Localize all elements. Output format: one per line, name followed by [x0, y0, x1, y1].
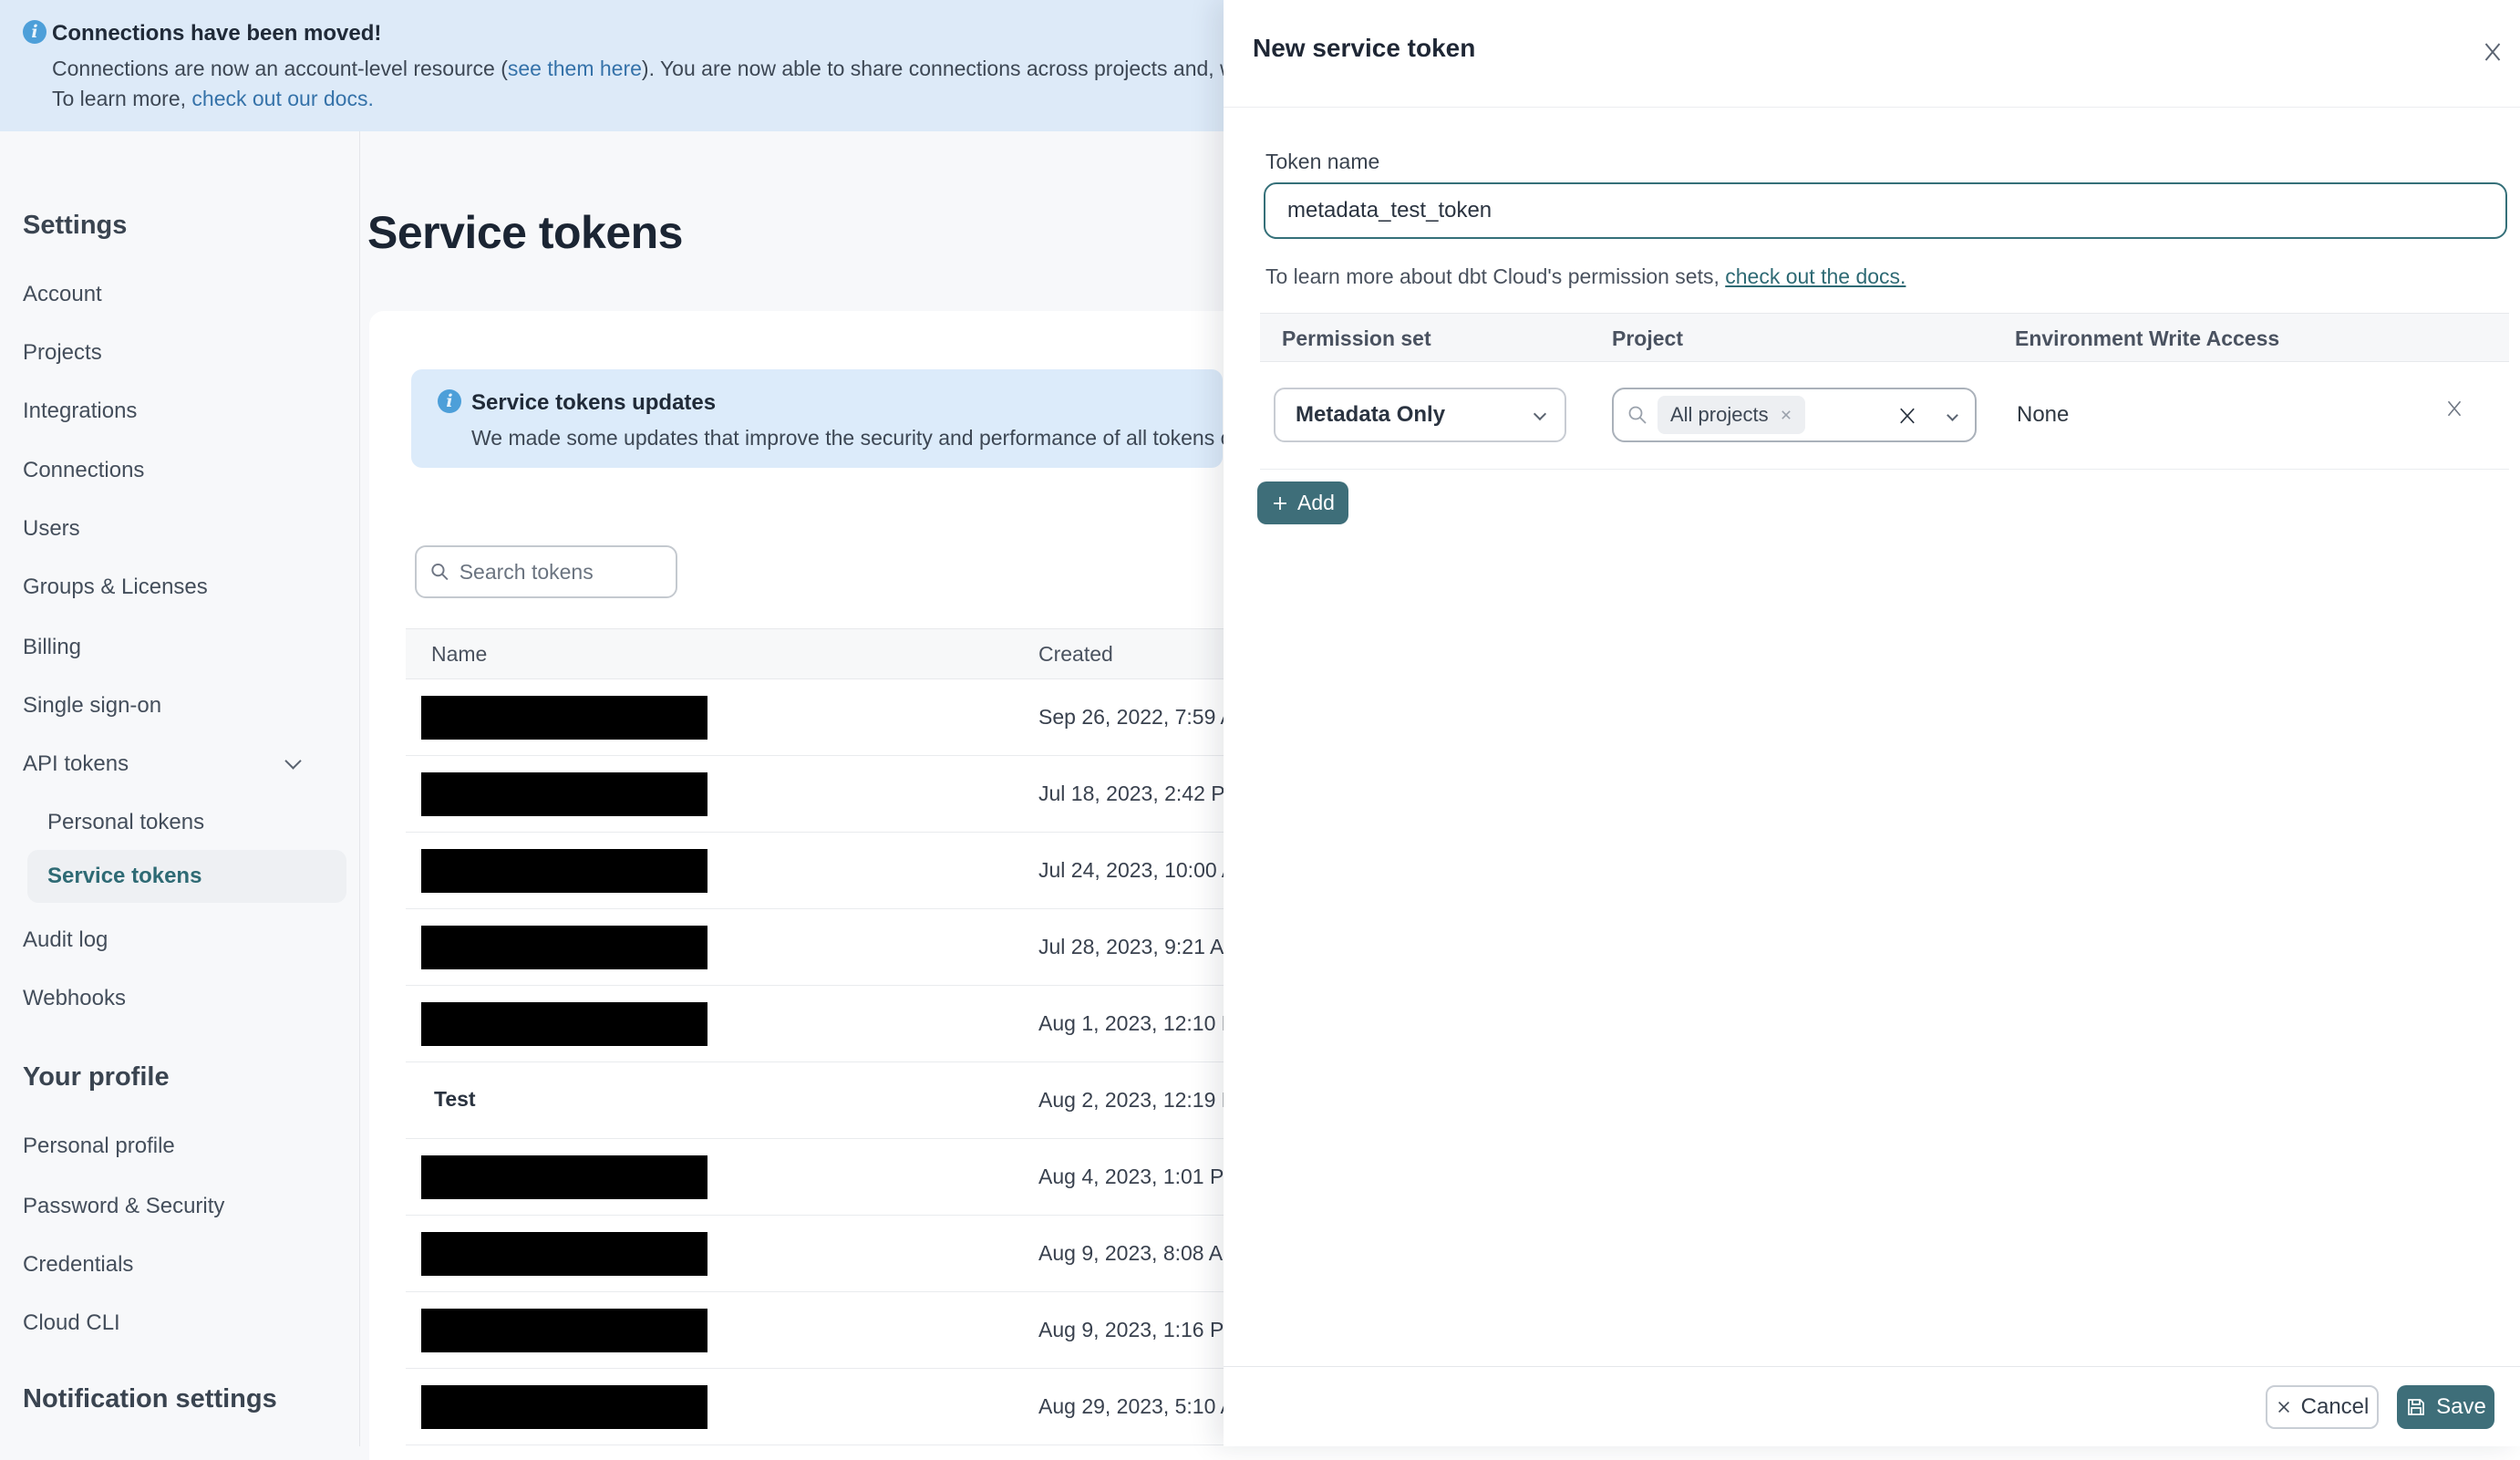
helper-text: To learn more about dbt Cloud's permissi… [1265, 264, 1726, 288]
your-profile-heading: Your profile [23, 1062, 170, 1092]
notification-settings-heading: Notification settings [23, 1384, 277, 1413]
redacted-name [421, 696, 707, 740]
sidebar-item-groups-licenses[interactable]: Groups & Licenses [23, 573, 208, 602]
save-icon [2408, 1398, 2424, 1415]
redacted-name [421, 772, 707, 816]
see-them-here-link[interactable]: see them here [508, 57, 642, 80]
redacted-name [421, 1232, 707, 1276]
sidebar-item-connections[interactable]: Connections [23, 456, 144, 485]
redacted-name [421, 849, 707, 893]
banner-title: Connections have been moved! [52, 21, 382, 46]
column-header-created: Created [1038, 642, 1113, 666]
drawer-title: New service token [1253, 34, 1476, 62]
permission-set-select[interactable]: Metadata Only [1274, 388, 1566, 442]
search-icon [1628, 406, 1647, 424]
token-name-label: Token name [1265, 150, 1380, 173]
redacted-name [421, 1385, 707, 1429]
info-box-text: We made some updates that improve the se… [471, 426, 1291, 450]
sidebar-item-integrations[interactable]: Integrations [23, 397, 137, 426]
sidebar-item-password-security[interactable]: Password & Security [23, 1192, 224, 1221]
project-multiselect[interactable]: All projects [1612, 388, 1977, 442]
project-chip-label: All projects [1670, 403, 1769, 426]
redacted-name [421, 1155, 707, 1199]
sidebar-item-webhooks[interactable]: Webhooks [23, 984, 126, 1013]
add-button[interactable]: Add [1257, 481, 1348, 524]
search-icon [431, 564, 449, 581]
new-service-token-drawer: New service token Token name To learn mo… [1224, 0, 2520, 1446]
close-icon[interactable] [2478, 38, 2507, 67]
sidebar-item-billing[interactable]: Billing [23, 633, 81, 662]
remove-row-icon[interactable] [2438, 393, 2471, 426]
service-tokens-updates-banner: Service tokens updates We made some upda… [411, 369, 1290, 468]
search-tokens-box[interactable] [415, 545, 677, 598]
chevron-down-icon [1947, 409, 1958, 421]
check-docs-link[interactable]: check out our docs. [191, 87, 373, 110]
redacted-name [421, 1309, 707, 1352]
banner-text-2: To learn more, check out our docs. [52, 87, 374, 111]
sidebar-item-cloud-cli[interactable]: Cloud CLI [23, 1309, 120, 1338]
sidebar-item-audit-log[interactable]: Audit log [23, 926, 108, 955]
add-button-label: Add [1297, 491, 1335, 514]
sidebar-item-users[interactable]: Users [23, 514, 80, 544]
check-docs-link[interactable]: check out the docs. [1725, 264, 1905, 288]
permission-set-value: Metadata Only [1296, 402, 1446, 427]
sidebar-item-service-tokens[interactable]: Service tokens [47, 862, 201, 891]
banner-learn-more: To learn more, [52, 87, 192, 110]
page-title: Service tokens [367, 207, 683, 258]
banner-text-pre: Connections are now an account-level res… [52, 57, 508, 80]
search-tokens-input[interactable] [459, 559, 663, 585]
cancel-button[interactable]: Cancel [2266, 1384, 2379, 1429]
permission-row: Metadata Only All projects None [1260, 362, 2509, 470]
drawer-footer: Cancel Save [1224, 1366, 2520, 1446]
chevron-down-icon [1533, 407, 1547, 421]
token-name-cell: Test [434, 1087, 476, 1111]
sidebar-item-personal-profile[interactable]: Personal profile [23, 1132, 175, 1161]
banner-text: Connections are now an account-level res… [52, 57, 1349, 81]
cancel-button-label: Cancel [2300, 1393, 2370, 1419]
remove-chip-icon[interactable] [1780, 409, 1792, 421]
column-project: Project [1612, 326, 1683, 350]
close-icon [2277, 1401, 2289, 1413]
sidebar-item-credentials[interactable]: Credentials [23, 1250, 133, 1279]
sidebar-item-account[interactable]: Account [23, 280, 102, 309]
column-header-name: Name [431, 642, 488, 666]
sidebar-item-label: API tokens [23, 751, 129, 776]
column-permission-set: Permission set [1282, 326, 1431, 350]
chevron-down-icon [284, 752, 302, 770]
sidebar-item-projects[interactable]: Projects [23, 338, 102, 368]
env-write-access-value: None [2017, 402, 2070, 427]
sidebar-item-personal-tokens[interactable]: Personal tokens [47, 808, 204, 837]
settings-heading: Settings [23, 211, 128, 240]
info-icon [23, 20, 46, 44]
token-name-input[interactable] [1264, 182, 2507, 239]
column-env-write-access: Environment Write Access [2015, 326, 2280, 350]
info-icon [438, 389, 461, 413]
permissions-header-row: Permission set Project Environment Write… [1260, 313, 2509, 362]
project-chip: All projects [1658, 396, 1805, 434]
save-button[interactable]: Save [2397, 1384, 2494, 1429]
redacted-name [421, 1002, 707, 1046]
sidebar-item-api-tokens[interactable]: API tokens [23, 750, 333, 779]
save-button-label: Save [2436, 1393, 2486, 1419]
settings-sidebar: Settings Account Projects Integrations C… [0, 131, 360, 1446]
info-box-title: Service tokens updates [471, 390, 717, 415]
plus-icon [1274, 496, 1287, 510]
created-cell: Jul 24, 2023, 10:00 AM [1038, 858, 1254, 882]
permission-helper-text: To learn more about dbt Cloud's permissi… [1265, 264, 1905, 289]
clear-selection-icon[interactable] [1896, 405, 1918, 430]
drawer-header: New service token [1224, 0, 2520, 108]
sidebar-item-single-sign-on[interactable]: Single sign-on [23, 691, 161, 720]
redacted-name [421, 926, 707, 969]
